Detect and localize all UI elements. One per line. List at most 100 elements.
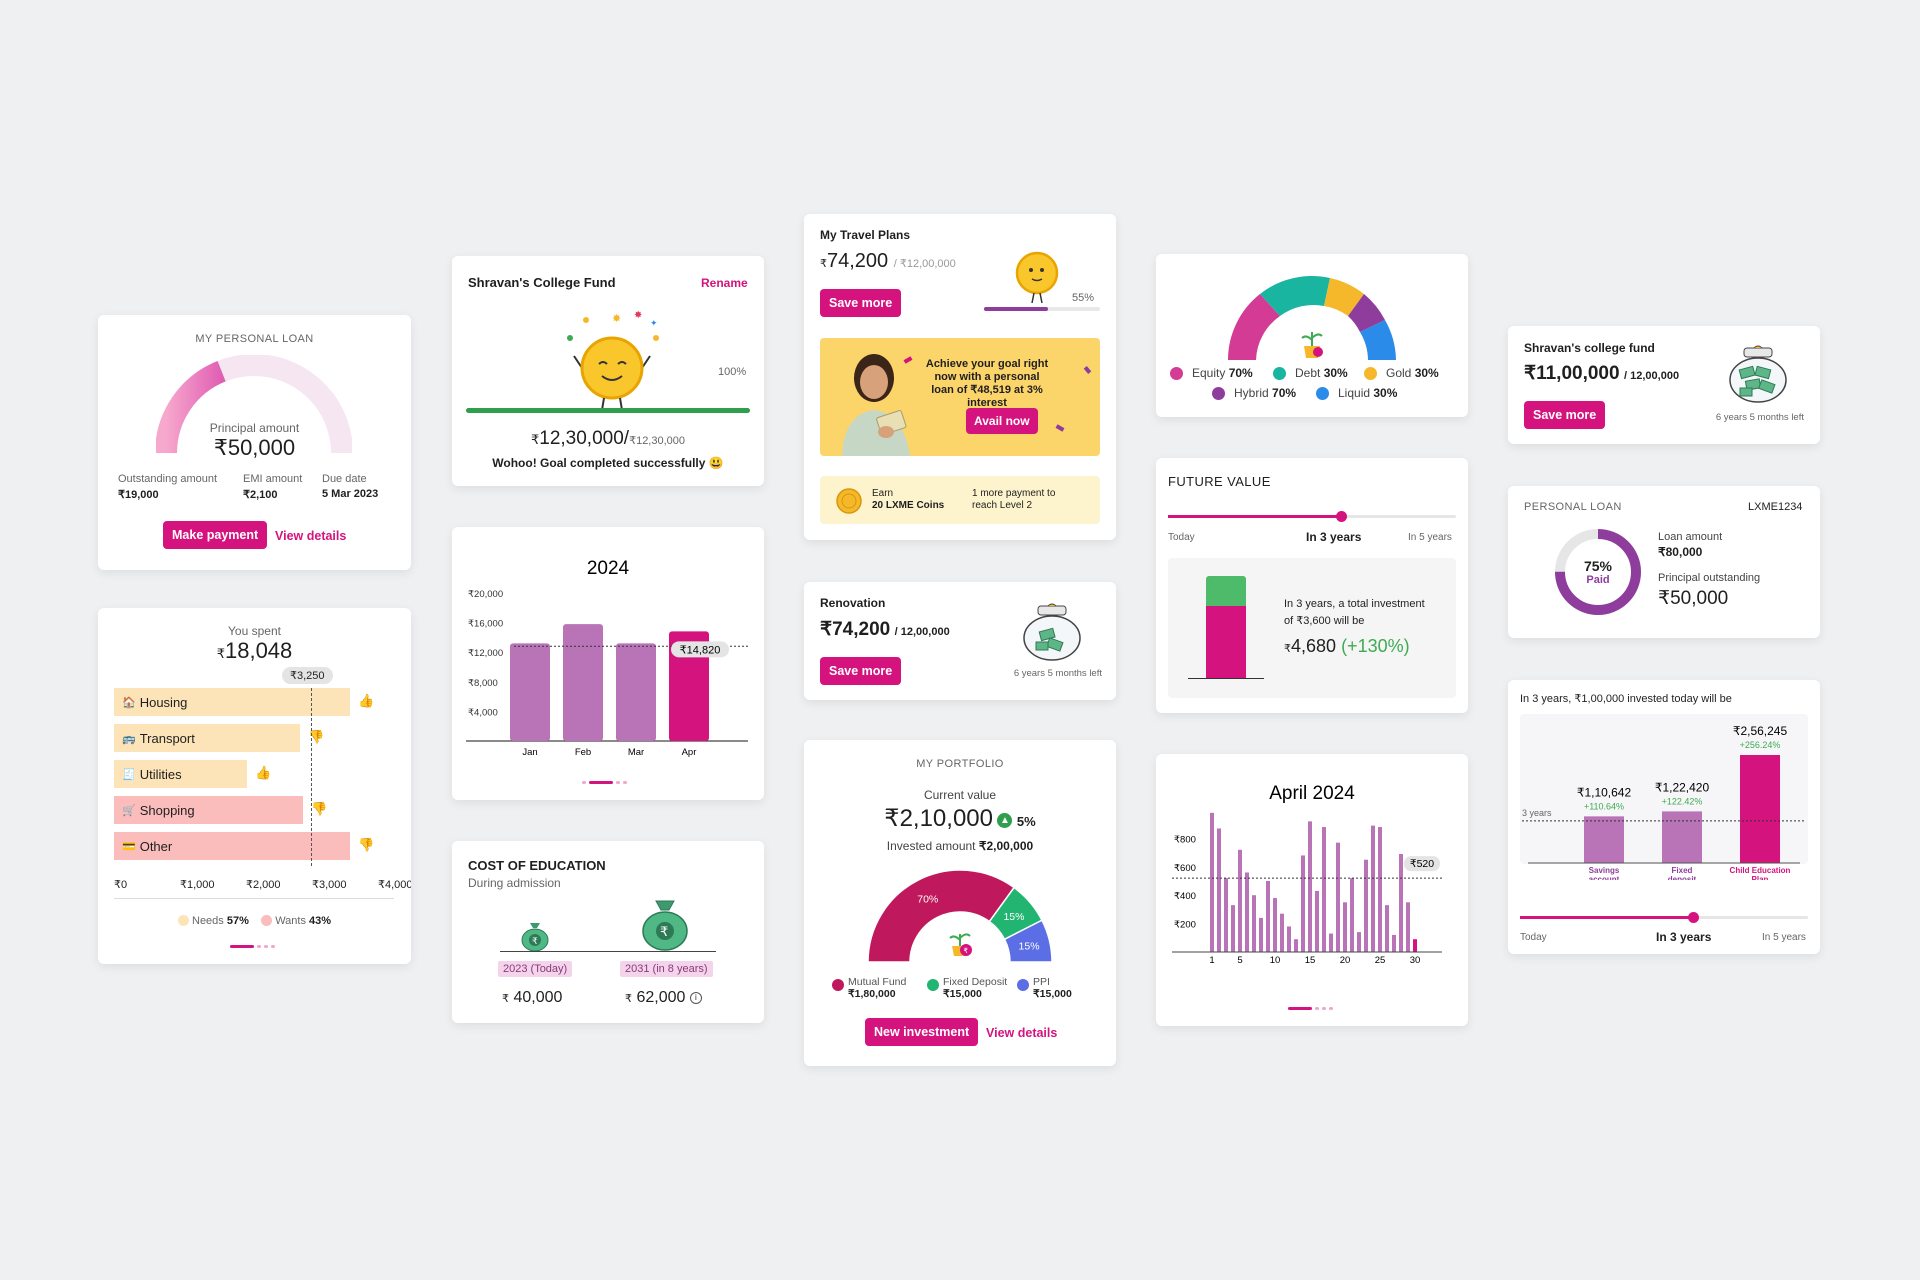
bar[interactable]	[1217, 828, 1221, 952]
gauge-segment	[867, 869, 1016, 963]
legend-swatch	[1364, 367, 1377, 380]
renovation-target: / 12,00,000	[894, 626, 950, 638]
x-tick-label: 25	[1375, 955, 1386, 966]
bar[interactable]	[1378, 827, 1382, 952]
svg-text:₹: ₹	[964, 947, 969, 955]
fund-saved: 12,30,000/	[539, 428, 630, 449]
bar[interactable]	[510, 643, 550, 741]
bar[interactable]	[1584, 816, 1624, 863]
value-today: ₹ 40,000	[502, 989, 562, 1007]
bar[interactable]	[1343, 902, 1347, 952]
save-more-button[interactable]: Save more	[820, 289, 902, 317]
make-payment-button[interactable]: Make payment	[163, 521, 268, 549]
future-slider-track[interactable]	[1168, 511, 1456, 522]
bar[interactable]	[1266, 881, 1270, 952]
spending-row[interactable]: 🚌 Transport	[114, 724, 300, 752]
bar[interactable]	[1740, 755, 1780, 863]
currency-symbol: ₹	[1284, 643, 1291, 655]
bar[interactable]	[1392, 934, 1396, 952]
save-more-button[interactable]: Save more	[1524, 401, 1606, 429]
bar[interactable]	[1322, 827, 1326, 952]
axis-tick: ₹1,000	[180, 879, 215, 891]
bar[interactable]	[1399, 854, 1403, 952]
x-tick-label: Apr	[682, 747, 697, 758]
bar[interactable]	[1259, 917, 1263, 952]
bar[interactable]	[1385, 905, 1389, 952]
bar[interactable]	[1413, 939, 1417, 952]
bar[interactable]	[1231, 905, 1235, 952]
svg-text:₹: ₹	[660, 924, 668, 939]
thumbs-up-icon[interactable]: 👍	[255, 765, 271, 781]
thinking-coin-icon	[1015, 251, 1059, 304]
bar[interactable]	[1280, 913, 1284, 952]
travel-percent: 55%	[1072, 292, 1095, 304]
renovation-saved: ₹74,200	[820, 619, 891, 640]
legend-value: 30%	[1373, 386, 1398, 400]
x-tick-label: Mar	[628, 747, 644, 758]
carousel-dots[interactable]	[582, 781, 627, 784]
bar[interactable]	[1210, 812, 1214, 952]
new-investment-button[interactable]: New investment	[865, 1018, 979, 1046]
save-more-button[interactable]: Save more	[820, 657, 902, 685]
coins-reward-banner[interactable]: Earn 20 LXME Coins 1 more payment to rea…	[820, 476, 1100, 524]
view-details-link[interactable]: View details	[986, 1026, 1057, 1040]
bar[interactable]	[1371, 825, 1375, 952]
april-chart-card: April 2024 ₹800 ₹600 ₹400 ₹200 ₹520 1 5 10 15 20 25…	[1156, 754, 1468, 1026]
compare-slider-track[interactable]	[1520, 912, 1808, 923]
bar[interactable]	[1287, 926, 1291, 952]
spending-row[interactable]: 🛒 Shopping	[114, 796, 303, 824]
svg-text:✦: ✦	[650, 318, 658, 328]
bar[interactable]	[1364, 859, 1368, 952]
personal-loan-card: MY PERSONAL LOAN Principal amount ₹50,00…	[98, 315, 411, 570]
bar[interactable]	[1238, 849, 1242, 952]
portfolio-legend: Mutual Fund ₹1,80,000 Fixed Deposit ₹15,000…	[832, 976, 1102, 1008]
principal-value: ₹50,000	[213, 435, 296, 460]
thumbs-down-icon[interactable]: 👎	[358, 837, 374, 853]
receipt-icon: 🧾	[122, 768, 136, 781]
spending-row[interactable]: 🏠 Housing	[114, 688, 350, 716]
bar-value-label: ₹2,56,245	[1733, 724, 1788, 738]
bar[interactable]	[1273, 898, 1277, 952]
bar[interactable]	[1301, 855, 1305, 952]
rename-link[interactable]: Rename	[701, 276, 748, 290]
travel-progress-track	[984, 307, 1100, 311]
bar[interactable]	[1357, 932, 1361, 952]
bar[interactable]	[1336, 842, 1340, 952]
legend-swatch	[1273, 367, 1286, 380]
carousel-dots[interactable]	[230, 945, 275, 948]
spending-row[interactable]: 🧾 Utilities	[114, 760, 247, 788]
bar[interactable]	[1224, 878, 1228, 952]
needs-value: 57%	[226, 915, 249, 927]
bar[interactable]	[1308, 821, 1312, 952]
carousel-dots[interactable]	[1288, 1007, 1333, 1010]
value-badge-label: ₹14,820	[680, 644, 721, 656]
outstanding-stat: Outstanding amount ₹19,000	[118, 473, 217, 501]
x-tick-label: 5	[1237, 955, 1242, 966]
legend-swatch	[1017, 979, 1029, 991]
loan-id: LXME1234	[1748, 501, 1803, 513]
bar[interactable]	[1252, 895, 1256, 952]
bar[interactable]	[1294, 939, 1298, 952]
bar[interactable]	[1406, 902, 1410, 952]
thumbs-up-icon[interactable]: 👍	[358, 693, 374, 709]
thumbs-down-icon[interactable]: 👎	[311, 801, 327, 817]
compare-slider-knob[interactable]	[1687, 912, 1699, 923]
bar[interactable]	[1315, 890, 1319, 952]
bar[interactable]	[1329, 933, 1333, 952]
loan-percent: 75%	[1583, 558, 1613, 574]
bar[interactable]	[1350, 878, 1354, 952]
bar[interactable]	[563, 624, 603, 741]
loan-promo-banner[interactable]: Achieve your goal right now with a perso…	[820, 338, 1100, 456]
info-icon[interactable]: i	[689, 992, 702, 1004]
bar[interactable]	[1245, 872, 1249, 952]
future-slider-knob[interactable]	[1335, 511, 1347, 522]
legend-label: Mutual Fund	[848, 976, 907, 988]
bar[interactable]	[616, 643, 656, 741]
bar[interactable]	[1662, 811, 1702, 863]
legend-value: 70%	[1272, 386, 1297, 400]
spending-label: Other	[139, 838, 173, 854]
avail-now-button[interactable]: Avail now	[966, 408, 1038, 434]
view-details-link[interactable]: View details	[275, 529, 346, 543]
emi-value: ₹2,100	[243, 489, 278, 501]
spending-row[interactable]: 💳 Other	[114, 832, 350, 860]
